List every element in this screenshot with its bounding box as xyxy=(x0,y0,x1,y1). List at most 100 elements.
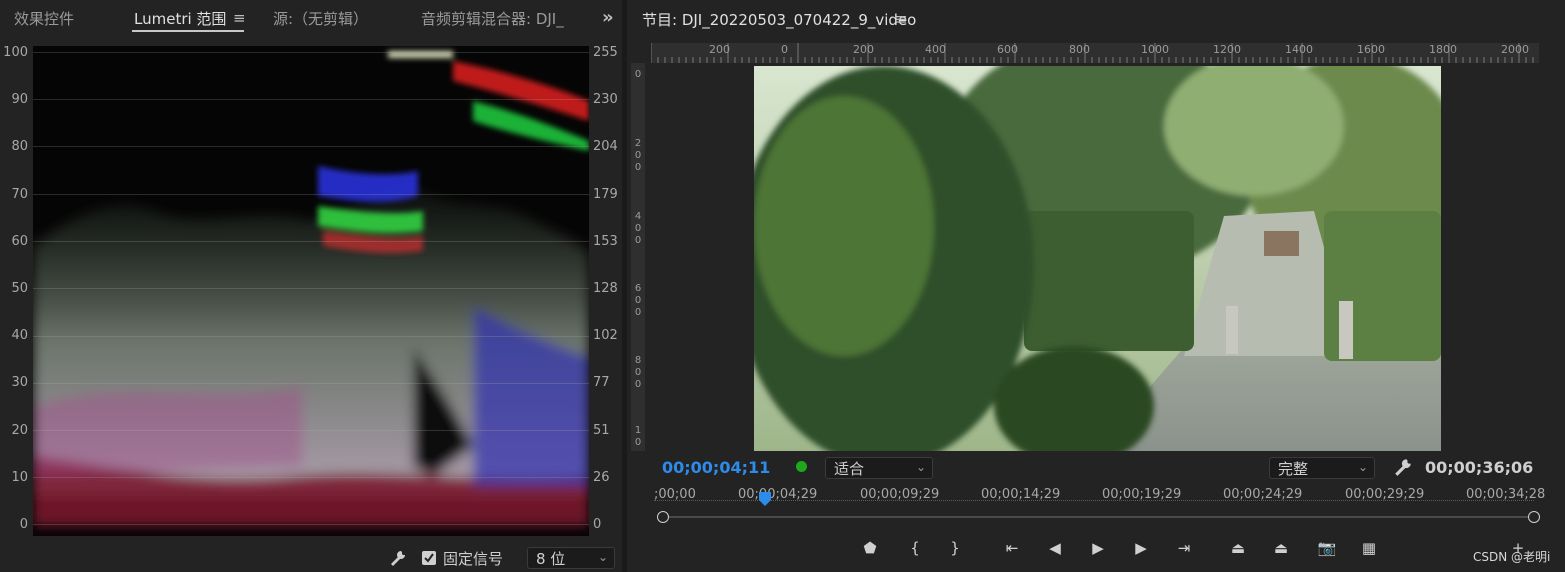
video-frame xyxy=(754,66,1441,451)
scope-left-tick-label: 30 xyxy=(11,375,28,391)
settings-wrench-icon[interactable] xyxy=(1393,457,1413,477)
scope-left-tick-label: 50 xyxy=(11,281,28,296)
scope-left-tick-label: 90 xyxy=(11,92,28,108)
lumetri-scopes-panel: 效果控件 Lumetri 范围 ≡ 源:（无剪辑） 音频剪辑混合器: DJI_ … xyxy=(0,0,622,572)
scope-left-tick-label: 10 xyxy=(11,469,28,485)
scope-left-tick-label: 70 xyxy=(11,186,28,202)
program-monitor-panel: 节目: DJI_20220503_070422_9_video ≡ 200 0 20… xyxy=(627,0,1565,572)
gridline xyxy=(33,477,589,478)
ruler-label: 1600 xyxy=(1357,43,1385,56)
checkmark-icon xyxy=(424,553,434,563)
scope-left-tick-label: 60 xyxy=(11,233,28,249)
ruler-label: 10 xyxy=(634,425,642,448)
bit-depth-dropdown[interactable]: 8 位 ⌄ xyxy=(527,547,615,569)
zoom-handle-right[interactable] xyxy=(1528,511,1540,523)
gridline xyxy=(33,52,589,53)
gridline xyxy=(33,99,589,100)
clamp-signal-checkbox[interactable] xyxy=(422,551,436,565)
ruler-label: 600 xyxy=(634,283,642,318)
horizontal-ruler: 200 0 200 400 600 800 1000 1200 1400 1600 1800 2000 xyxy=(651,43,1539,63)
playback-resolution-value: 完整 xyxy=(1278,460,1309,478)
waveform-graphic xyxy=(33,51,589,526)
program-monitor-title[interactable]: 节目: DJI_20220503_070422_9_video xyxy=(642,9,916,30)
tab-lumetri-scopes[interactable]: Lumetri 范围 xyxy=(134,8,226,29)
mark-in-button[interactable]: { xyxy=(904,538,926,558)
scope-right-tick-label: 153 xyxy=(593,233,618,249)
ruler-label: 2000 xyxy=(1501,43,1529,56)
tab-audio-clip-mixer[interactable]: 音频剪辑混合器: DJI_ xyxy=(421,8,573,29)
wrench-icon[interactable] xyxy=(389,549,407,567)
chevron-down-icon: ⌄ xyxy=(1357,460,1368,474)
scope-left-tick-label: 100 xyxy=(3,45,28,60)
ruler-label: 200 xyxy=(853,43,874,56)
scope-footer: 固定信号 8 位 ⌄ xyxy=(0,546,622,570)
scope-left-tick-label: 40 xyxy=(11,328,28,344)
ruler-label: 1200 xyxy=(1213,43,1241,56)
lift-button[interactable]: ⏏ xyxy=(1227,538,1249,558)
go-to-out-button[interactable]: ⇥ xyxy=(1173,538,1195,558)
ruler-label: 800 xyxy=(1069,43,1090,56)
ruler-label: 200 xyxy=(709,43,730,56)
watermark-text: CSDN @老明i xyxy=(1473,550,1551,564)
ruler-label: 0 xyxy=(634,69,642,80)
gridline xyxy=(33,146,589,147)
gridline xyxy=(33,524,589,525)
playhead-icon[interactable] xyxy=(757,490,773,508)
ruler-label: 200 xyxy=(634,138,642,173)
ruler-label: 400 xyxy=(925,43,946,56)
ruler-label: 1800 xyxy=(1429,43,1457,56)
add-marker-button[interactable]: ⬟ xyxy=(859,538,881,558)
ruler-label: 0 xyxy=(781,43,788,56)
scope-right-tick-label: 0 xyxy=(593,517,602,532)
scope-left-tick-label: 0 xyxy=(19,517,28,532)
tabs-overflow-icon[interactable]: » xyxy=(602,7,614,28)
panel-menu-icon[interactable]: ≡ xyxy=(895,10,908,28)
play-button[interactable]: ▶ xyxy=(1087,538,1109,558)
export-frame-button[interactable]: 📷 xyxy=(1316,538,1338,558)
bit-depth-value: 8 位 xyxy=(536,550,566,568)
ruler-label: 600 xyxy=(997,43,1018,56)
zoom-level-dropdown[interactable]: 适合 ⌄ xyxy=(825,457,933,479)
gridline xyxy=(33,336,589,337)
step-forward-button[interactable]: ▶ xyxy=(1130,538,1152,558)
current-time-display[interactable]: 00;00;04;11 xyxy=(662,458,770,477)
duration-display: 00;00;36;06 xyxy=(1425,458,1534,477)
gridline xyxy=(33,383,589,384)
scope-right-tick-label: 255 xyxy=(593,45,618,60)
panel-menu-icon[interactable]: ≡ xyxy=(233,9,246,27)
zoom-handle-left[interactable] xyxy=(657,511,669,523)
scope-right-tick-label: 26 xyxy=(593,469,610,485)
vertical-ruler: 0 200 400 600 800 10 xyxy=(631,63,645,451)
scrub-bar[interactable] xyxy=(663,516,1533,518)
waveform-scope xyxy=(33,46,589,536)
gridline xyxy=(33,194,589,195)
ruler-label: 800 xyxy=(634,355,642,390)
playback-resolution-dropdown[interactable]: 完整 ⌄ xyxy=(1269,457,1375,479)
left-tab-bar: 效果控件 Lumetri 范围 ≡ 源:（无剪辑） 音频剪辑混合器: DJI_ … xyxy=(0,0,622,38)
video-image xyxy=(754,66,1441,451)
clamp-signal-label: 固定信号 xyxy=(443,550,504,568)
scope-left-tick-label: 20 xyxy=(11,422,28,438)
tab-effect-controls[interactable]: 效果控件 xyxy=(14,8,74,29)
extract-button[interactable]: ⏏ xyxy=(1270,538,1292,558)
step-back-button[interactable]: ◀ xyxy=(1044,538,1066,558)
chevron-down-icon: ⌄ xyxy=(597,550,608,564)
chevron-down-icon: ⌄ xyxy=(915,460,926,474)
active-tab-underline xyxy=(132,30,244,32)
scope-right-tick-label: 179 xyxy=(593,186,618,202)
scope-right-tick-label: 204 xyxy=(593,139,618,155)
scope-right-tick-label: 51 xyxy=(593,422,610,438)
gridline xyxy=(33,288,589,289)
tab-source[interactable]: 源:（无剪辑） xyxy=(273,8,368,29)
ruler-label: 1000 xyxy=(1141,43,1169,56)
ruler-label: 1400 xyxy=(1285,43,1313,56)
scope-right-tick-label: 230 xyxy=(593,92,618,108)
ruler-label: 400 xyxy=(634,211,642,246)
scope-right-tick-label: 77 xyxy=(593,375,610,391)
gridline xyxy=(33,241,589,242)
mark-out-button[interactable]: } xyxy=(944,538,966,558)
go-to-in-button[interactable]: ⇤ xyxy=(1001,538,1023,558)
comparison-view-button[interactable]: ▦ xyxy=(1358,538,1380,558)
scope-right-tick-label: 128 xyxy=(593,281,618,296)
status-indicator-icon xyxy=(796,461,807,472)
